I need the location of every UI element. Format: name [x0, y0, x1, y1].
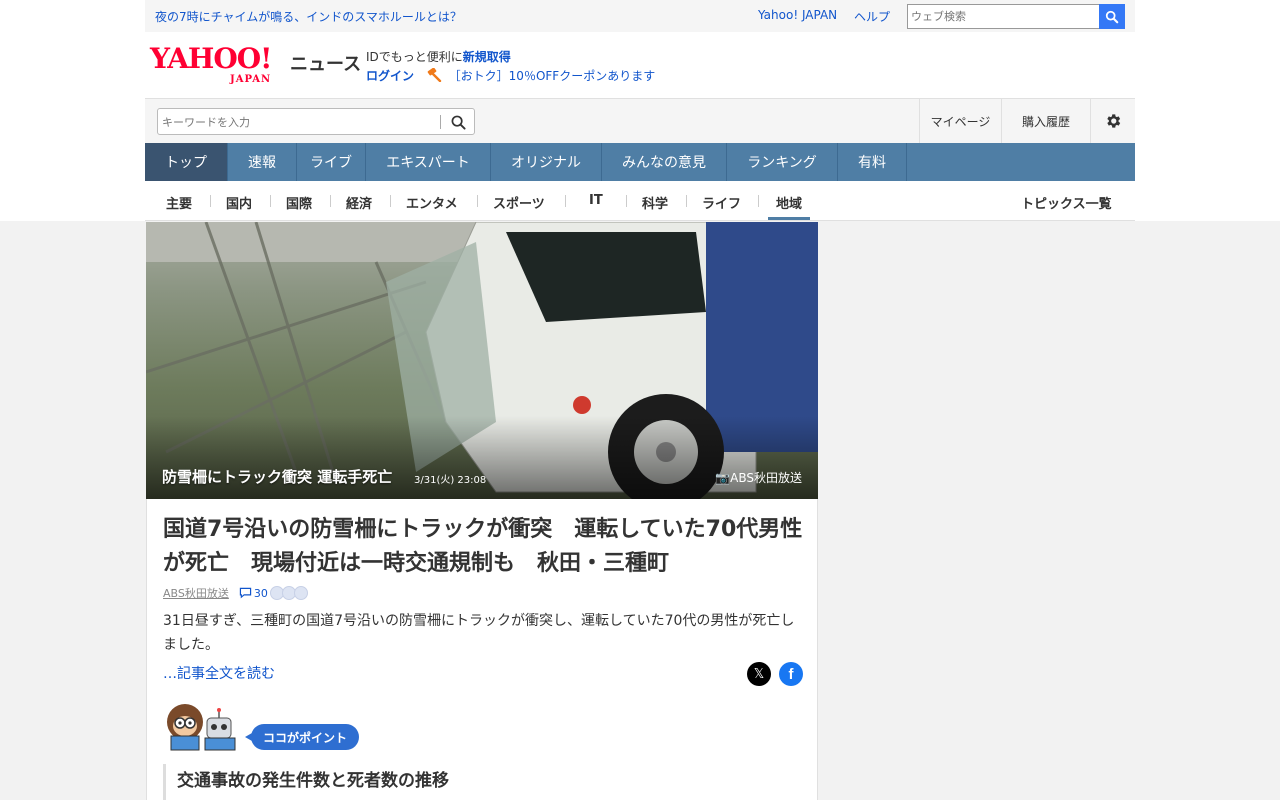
cat-main[interactable]: 主要 — [166, 193, 192, 212]
facebook-share-button[interactable]: f — [779, 662, 803, 686]
article-card: 国道7号沿いの防雪柵にトラックが衝突 運転していた70代男性が死亡 現場付近は一… — [146, 499, 818, 800]
keyword-search-input[interactable] — [162, 113, 437, 131]
camera-icon: 📷 — [715, 471, 731, 485]
avatar — [293, 586, 308, 600]
article-source-link[interactable]: ABS秋田放送 — [163, 585, 229, 601]
cat-divider — [565, 195, 566, 207]
gnav-breaking[interactable]: 速報 — [228, 143, 297, 181]
cat-local[interactable]: 地域 — [768, 193, 811, 220]
keyword-search-box — [157, 108, 475, 135]
cat-divider — [686, 195, 687, 207]
cat-sports[interactable]: スポーツ — [493, 193, 545, 212]
comment-count-link[interactable]: 30 — [239, 587, 268, 600]
gear-icon — [1107, 114, 1121, 128]
cat-domestic[interactable]: 国内 — [226, 193, 252, 212]
cat-life[interactable]: ライフ — [702, 193, 741, 212]
x-icon: 𝕏 — [753, 666, 765, 682]
cat-divider — [330, 195, 331, 207]
category-nav: 主要 国内 国際 経済 エンタメ スポーツ IT 科学 ライフ 地域 トピックス… — [145, 181, 1135, 221]
cat-world[interactable]: 国際 — [286, 193, 312, 212]
search-icon — [1105, 10, 1119, 23]
article-lead: 31日昼すぎ、三種町の国道7号沿いの防雪柵にトラックが衝突し、運転していた70代… — [163, 613, 795, 653]
gnav-opinions[interactable]: みんなの意見 — [602, 143, 727, 181]
logo-news-text: ニュース — [290, 54, 362, 75]
hero-caption: 防雪柵にトラック衝突 運転手死亡 — [162, 468, 393, 486]
yahoo-japan-link[interactable]: Yahoo! JAPAN — [758, 8, 837, 22]
topics-all-link[interactable]: トピックス一覧 — [1021, 193, 1112, 212]
cat-science[interactable]: 科学 — [642, 193, 668, 212]
auction-hammer-icon — [427, 68, 442, 82]
cat-it[interactable]: IT — [589, 193, 603, 208]
search-icon — [451, 115, 466, 130]
x-share-button[interactable]: 𝕏 — [747, 662, 771, 686]
gnav-live[interactable]: ライブ — [297, 143, 366, 181]
hero-image[interactable]: 防雪柵にトラック衝突 運転手死亡 3/31(火) 23:08 📷ABS秋田放送 — [146, 222, 818, 499]
cat-divider — [390, 195, 391, 207]
hero-source: 📷ABS秋田放送 — [715, 469, 802, 486]
gnav-expert[interactable]: エキスパート — [366, 143, 491, 181]
gnav-ranking[interactable]: ランキング — [727, 143, 838, 181]
utility-bar: 夜の7時にチャイムが鳴る、インドのスマホルールとは？ Yahoo! JAPAN … — [145, 0, 1135, 32]
cat-entertainment[interactable]: エンタメ — [406, 193, 458, 212]
login-row: ログイン ［おトク］10％OFFクーポンあります — [366, 67, 655, 84]
help-link[interactable]: ヘルプ — [854, 8, 890, 25]
web-search-input[interactable] — [907, 4, 1100, 29]
gnav-paid[interactable]: 有料 — [838, 143, 907, 181]
cat-divider — [626, 195, 627, 207]
point-heading: 交通事故の発生件数と死者数の推移 — [163, 764, 803, 800]
id-promo-text: IDでもっと便利に — [366, 50, 463, 64]
site-header: YAHOO! JAPAN ニュース IDでもっと便利に新規取得 ログイン ［おト… — [145, 32, 1135, 98]
login-link[interactable]: ログイン — [366, 69, 414, 83]
gnav-original[interactable]: オリジナル — [491, 143, 602, 181]
logo-japan-text: JAPAN — [230, 74, 272, 85]
comment-count: 30 — [253, 586, 268, 600]
truck-crash-photo — [146, 222, 818, 499]
hero-source-text: ABS秋田放送 — [730, 471, 802, 485]
settings-button[interactable] — [1090, 99, 1135, 143]
keyword-search-button[interactable] — [448, 113, 468, 131]
mypage-button[interactable]: マイページ — [919, 99, 1001, 143]
search-row: マイページ 購入履歴 — [145, 98, 1135, 143]
cat-divider — [210, 195, 211, 207]
signup-link[interactable]: 新規取得 — [463, 50, 511, 64]
cat-divider — [270, 195, 271, 207]
global-nav: トップ 速報 ライブ エキスパート オリジナル みんなの意見 ランキング 有料 — [145, 143, 1135, 181]
article-meta: ABS秋田放送 30 — [163, 585, 308, 601]
article-title[interactable]: 国道7号沿いの防雪柵にトラックが衝突 運転していた70代男性が死亡 現場付近は一… — [163, 513, 803, 581]
promo-link[interactable]: 夜の7時にチャイムが鳴る、インドのスマホルールとは？ — [155, 8, 462, 25]
mascot-characters-icon — [167, 704, 236, 751]
gnav-top[interactable]: トップ — [145, 143, 228, 181]
cat-economy[interactable]: 経済 — [346, 193, 372, 212]
read-more-link[interactable]: …記事全文を読む — [163, 663, 275, 683]
facebook-icon: f — [788, 665, 794, 683]
yahoo-news-logo[interactable]: YAHOO! JAPAN ニュース — [150, 42, 361, 86]
point-label-text: ココがポイント — [263, 730, 348, 745]
search-divider — [440, 115, 441, 129]
reaction-avatars — [269, 586, 308, 600]
coupon-link[interactable]: ［おトク］10％OFFクーポンあります — [449, 69, 656, 83]
id-promo: IDでもっと便利に新規取得 — [366, 48, 511, 65]
hero-date: 3/31(火) 23:08 — [414, 475, 487, 486]
purchase-history-button[interactable]: 購入履歴 — [1001, 99, 1090, 143]
comment-icon — [239, 587, 252, 599]
cat-divider — [477, 195, 478, 207]
point-label: ココがポイント — [244, 724, 360, 750]
web-search-button[interactable] — [1099, 4, 1125, 29]
logo-yahoo-text: YAHOO! — [150, 42, 272, 75]
cat-divider — [758, 195, 759, 207]
